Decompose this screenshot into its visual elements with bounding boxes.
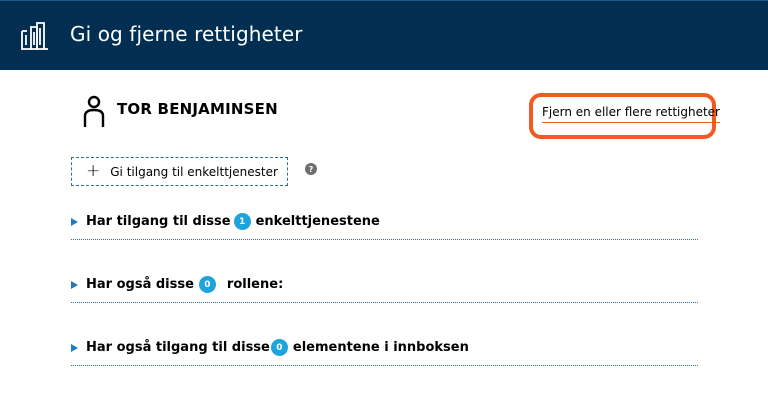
count-badge: 0: [270, 339, 288, 356]
add-access-label: Gi tilgang til enkelttjenester: [110, 164, 278, 179]
section-roles[interactable]: Har også disse 0 rollene:: [71, 273, 698, 303]
person-icon: [83, 95, 105, 127]
page-title: Gi og fjerne rettigheter: [70, 22, 303, 46]
expand-arrow-icon: [71, 343, 78, 352]
section-label-after: elementene i innboksen: [292, 340, 469, 355]
remove-rights-link[interactable]: Fjern en eller flere rettigheter: [542, 105, 720, 123]
count-badge: 1: [233, 213, 251, 230]
expand-arrow-icon: [71, 280, 78, 289]
section-services[interactable]: Har tilgang til disse 1 enkelttjenestene: [71, 210, 698, 240]
section-label-before: Har også tilgang til disse: [86, 340, 270, 355]
plus-icon: +: [86, 161, 101, 181]
section-label-after: enkelttjenestene: [255, 214, 380, 229]
building-icon: [21, 22, 48, 50]
expand-arrow-icon: [71, 217, 78, 226]
help-icon[interactable]: ?: [305, 163, 317, 175]
section-label-before: Har tilgang til disse: [86, 214, 231, 229]
count-badge: 0: [198, 276, 216, 293]
add-access-button[interactable]: + Gi tilgang til enkelttjenester: [71, 157, 288, 186]
page-header: Gi og fjerne rettigheter: [0, 0, 768, 70]
section-label-before: Har også disse: [86, 277, 194, 292]
section-inbox-elements[interactable]: Har også tilgang til disse 0 elementene …: [71, 336, 698, 366]
user-name: TOR BENJAMINSEN: [117, 100, 278, 118]
section-label-after: rollene:: [226, 277, 284, 292]
